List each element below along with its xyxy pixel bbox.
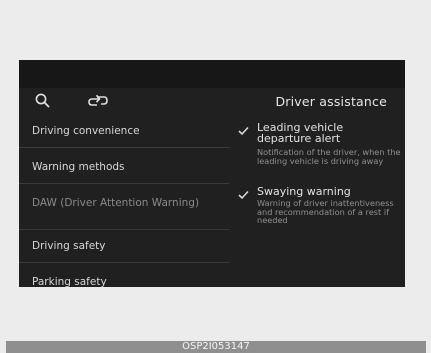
option-title: Swaying warning [257,185,351,198]
divider [19,183,229,184]
options-panel: Leading vehicle departure alert Notifica… [235,116,405,287]
search-icon[interactable] [33,91,55,111]
menu-item-driving-convenience[interactable]: Driving convenience [19,124,229,148]
toolbar: Driver assistance [19,88,405,114]
menu-item-label: DAW (Driver Attention Warning) [32,197,200,209]
divider [19,147,229,148]
page-title: Driver assistance [275,94,387,109]
menu-item-parking-safety[interactable]: Parking safety [32,275,222,287]
checkbox-checked-icon[interactable] [238,126,249,136]
menu-item-label: Driving safety [32,240,106,252]
status-bar [19,60,405,88]
back-icon[interactable] [87,91,109,111]
menu-item-daw[interactable]: DAW (Driver Attention Warning) [19,196,229,230]
menu-item-label: Warning methods [32,161,125,173]
option-title: Leading vehicle departure alert [257,121,344,145]
infotainment-screen: Driver assistance Driving convenience Wa… [19,60,405,287]
option-description: Warning of driver inattentiveness and re… [257,198,394,226]
divider [19,262,229,263]
image-caption: OSP2I053147 [6,341,426,353]
menu-item-warning-methods[interactable]: Warning methods [19,160,229,184]
menu-item-driving-safety[interactable]: Driving safety [19,239,229,263]
menu-item-label: Parking safety [32,276,107,287]
checkbox-checked-icon[interactable] [238,190,249,200]
settings-menu: Driving convenience Warning methods DAW … [19,116,229,287]
divider [19,229,229,230]
menu-item-label: Driving convenience [32,125,140,137]
option-description: Notification of the driver, when the lea… [257,147,401,166]
